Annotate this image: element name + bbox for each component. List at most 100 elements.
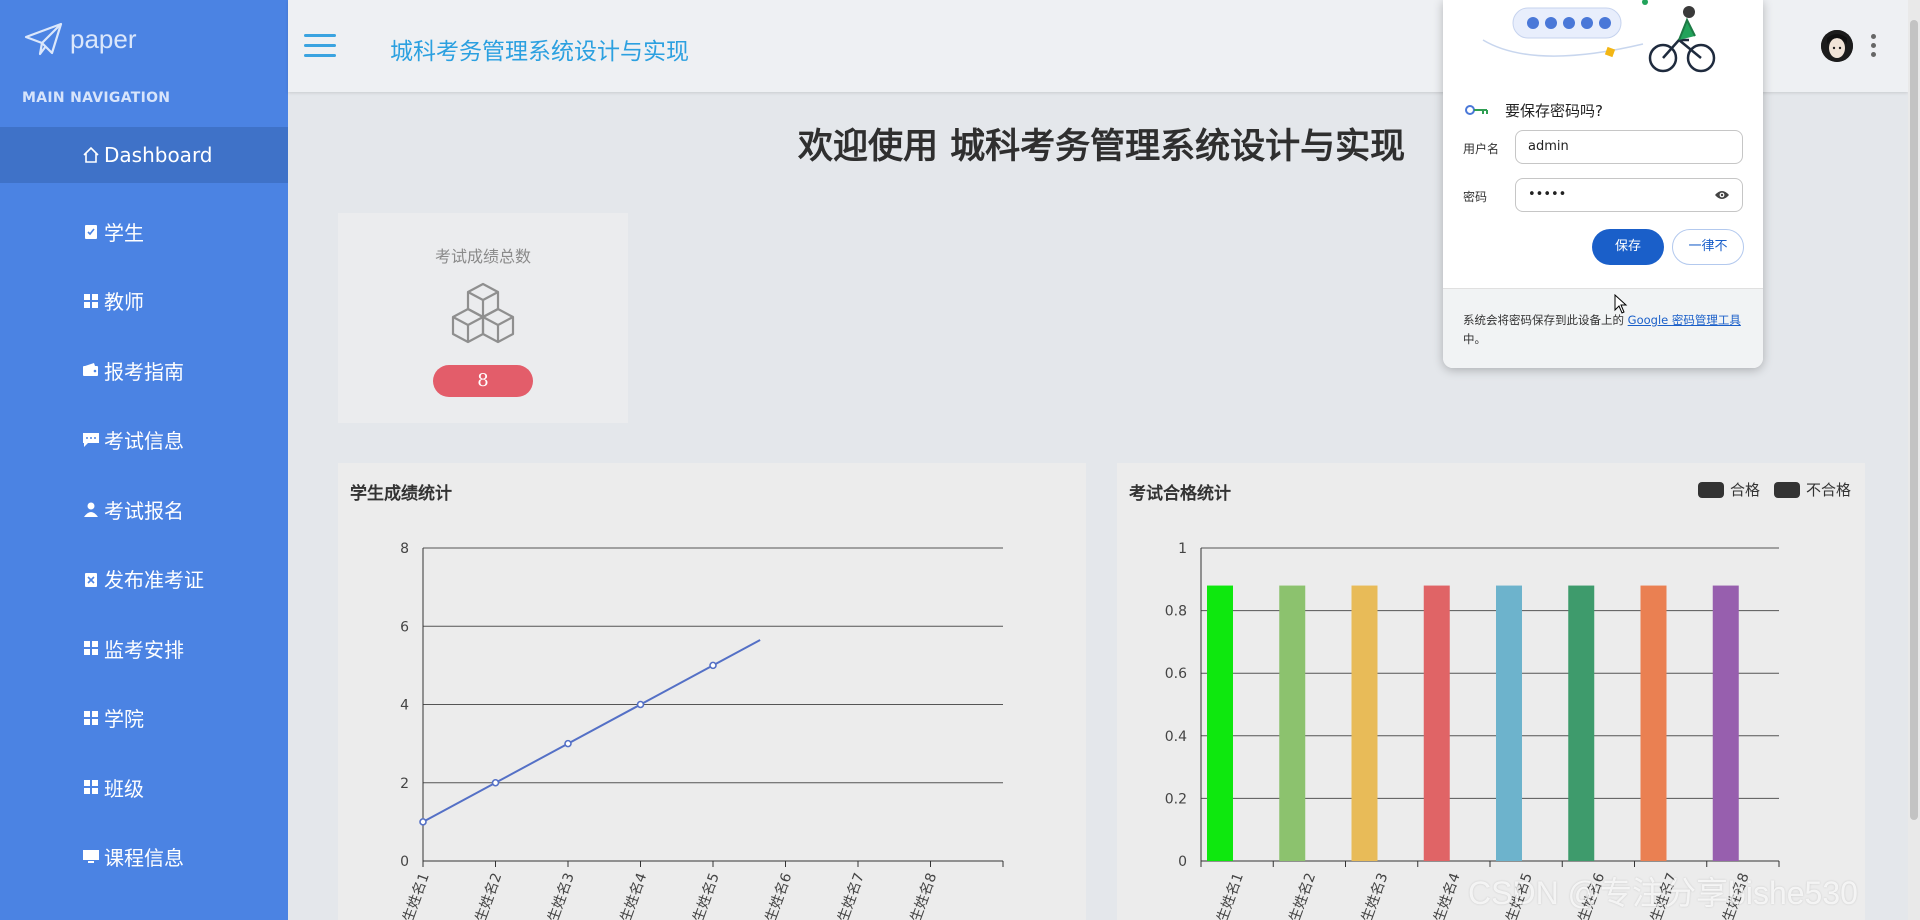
- sidebar-item-item-8[interactable]: 学院: [0, 683, 288, 753]
- sidebar-item-label: 发布准考证: [104, 568, 204, 593]
- sidebar-item-label: 考试信息: [104, 429, 184, 454]
- save-password-dialog: 要保存密码吗? 用户名 admin 密码 ••••• 保存 一律不 系统会将密码…: [1443, 0, 1763, 368]
- data-point: [491, 778, 500, 787]
- bar: [1712, 585, 1739, 861]
- save-password-question: 要保存密码吗?: [1505, 102, 1603, 120]
- sidebar-item-item-4[interactable]: 考试信息: [0, 405, 288, 475]
- clipboard-x-icon: [80, 570, 102, 588]
- paper-plane-icon: [24, 22, 63, 56]
- sidebar-item-item-5[interactable]: 考试报名: [0, 475, 288, 545]
- home-icon: [80, 146, 102, 164]
- user-icon: [80, 501, 102, 518]
- eye-icon[interactable]: [1714, 189, 1730, 201]
- x-tick-label: 学生姓名8: [903, 871, 940, 920]
- scrollbar-thumb[interactable]: [1910, 20, 1918, 820]
- x-tick-label: 学生姓名1: [1210, 871, 1247, 920]
- monitor-icon: [80, 849, 102, 865]
- cubes-icon: [451, 282, 515, 344]
- sidebar-item-dashboard[interactable]: Dashboard: [0, 127, 288, 183]
- wallet-icon: [80, 362, 102, 378]
- sidebar-item-item-10[interactable]: 课程信息: [0, 822, 288, 892]
- y-tick-label: 0.6: [1165, 666, 1187, 682]
- more-vert-icon[interactable]: [1871, 34, 1877, 61]
- cyclist-illustration: [1482, 0, 1716, 73]
- never-save-button[interactable]: 一律不: [1672, 229, 1744, 265]
- y-tick-label: 4: [400, 698, 409, 714]
- sidebar-item-item-7[interactable]: 监考安排: [0, 614, 288, 684]
- bar: [1640, 585, 1667, 861]
- password-mask: •••••: [1528, 187, 1567, 202]
- welcome-heading: 欢迎使用 城科考务管理系统设计与实现: [798, 127, 1406, 167]
- stat-label: 考试成绩总数: [434, 247, 531, 266]
- y-tick-label: 1: [1178, 541, 1187, 557]
- sidebar-item-label: 教师: [104, 290, 144, 315]
- x-tick-label: 学生姓名7: [831, 871, 868, 920]
- bar: [1351, 585, 1378, 861]
- x-tick-label: 学生姓名6: [758, 871, 795, 920]
- x-tick-label: 学生姓名2: [1282, 871, 1319, 920]
- sidebar-item-label: 学院: [104, 707, 144, 732]
- x-tick-label: 学生姓名2: [468, 871, 505, 920]
- x-tick-label: 学生姓名4: [613, 871, 650, 920]
- sidebar-item-label: Dashboard: [104, 143, 213, 167]
- app-title: 城科考务管理系统设计与实现: [390, 39, 689, 65]
- save-password-footer: 系统会将密码保存到此设备上的 Google 密码管理工具中。: [1443, 288, 1763, 368]
- x-tick-label: 学生姓名3: [541, 871, 578, 920]
- sidebar-item-item-2[interactable]: 教师: [0, 266, 288, 336]
- logo[interactable]: paper: [24, 22, 137, 56]
- mouse-cursor-icon: [1614, 294, 1628, 314]
- clipboard-icon: [80, 222, 102, 240]
- sidebar-item-label: 班级: [104, 776, 144, 801]
- nav-heading: MAIN NAVIGATION: [22, 90, 171, 106]
- x-tick-label: 学生姓名3: [1354, 871, 1391, 920]
- x-tick-label: 学生姓名1: [396, 871, 433, 920]
- data-point: [709, 661, 717, 670]
- sidebar-item-label: 课程信息: [104, 846, 184, 871]
- brand-name: paper: [70, 23, 137, 54]
- sidebar-item-label: 考试报名: [104, 498, 184, 523]
- main-navigation: Dashboard 学生教师报考指南考试信息考试报名发布准考证监考安排学院班级课程…: [0, 127, 288, 892]
- line-chart: 0 2 4 6 8 学生姓名1 学生姓名2 学生姓名3 学生姓名4 学生姓名5 学生姓名6 学生姓名7…: [396, 541, 1004, 920]
- watermark: CSDN @专注分享bishe530: [1468, 875, 1858, 911]
- sidebar-item-item-3[interactable]: 报考指南: [0, 336, 288, 406]
- sidebar: paper MAIN NAVIGATION Dashboard 学生教师报考指南考…: [0, 0, 288, 920]
- y-tick-label: 0.2: [1165, 791, 1187, 807]
- bar: [1568, 585, 1595, 861]
- sidebar-item-item-6[interactable]: 发布准考证: [0, 544, 288, 614]
- password-manager-link[interactable]: Google 密码管理工具: [1628, 313, 1741, 327]
- y-tick-label: 6: [400, 619, 409, 635]
- username-field[interactable]: admin: [1515, 130, 1743, 164]
- save-password-button[interactable]: 保存: [1592, 229, 1664, 265]
- bar-chart: 00.20.40.60.81学生姓名1 学生姓名2 学生姓名3 学生姓名4 学生姓名5 学…: [1165, 541, 1780, 920]
- bar: [1423, 585, 1450, 861]
- sidebar-item-item-9[interactable]: 班级: [0, 753, 288, 823]
- stat-card: 考试成绩总数 8: [338, 213, 628, 423]
- bar: [1496, 585, 1522, 861]
- y-tick-label: 0: [400, 854, 409, 870]
- y-tick-label: 2: [400, 776, 409, 792]
- grid-icon: [80, 710, 102, 726]
- grid-icon: [80, 293, 102, 309]
- grid-icon: [80, 779, 102, 795]
- y-tick-label: 0.8: [1165, 604, 1187, 620]
- grid-icon: [80, 640, 102, 656]
- bar: [1207, 585, 1233, 861]
- menu-toggle-icon[interactable]: [304, 34, 336, 58]
- sidebar-item-label: 报考指南: [104, 359, 184, 384]
- bar-chart-panel: 考试合格统计 合格 不合格 0 0.2 0.4 0.6 0.8 1 学生姓名1 学生姓名2 学生…: [1117, 463, 1865, 920]
- bar: [1279, 585, 1306, 861]
- x-tick-label: 学生姓名5: [686, 871, 723, 920]
- avatar-image: [1821, 30, 1853, 62]
- chat-icon: [80, 432, 102, 448]
- sidebar-item-label: 学生: [104, 220, 144, 245]
- key-icon: [1465, 105, 1488, 115]
- stat-value-badge: 8: [433, 365, 533, 397]
- sidebar-item-label: 监考安排: [104, 637, 184, 662]
- page-scrollbar[interactable]: [1908, 0, 1920, 920]
- password-field[interactable]: •••••: [1515, 178, 1743, 212]
- sidebar-item-item-1[interactable]: 学生: [0, 197, 288, 267]
- y-tick-label: 0.4: [1165, 729, 1187, 745]
- avatar[interactable]: [1821, 30, 1853, 62]
- password-label: 密码: [1463, 190, 1488, 204]
- y-tick-label: 0: [1178, 854, 1187, 870]
